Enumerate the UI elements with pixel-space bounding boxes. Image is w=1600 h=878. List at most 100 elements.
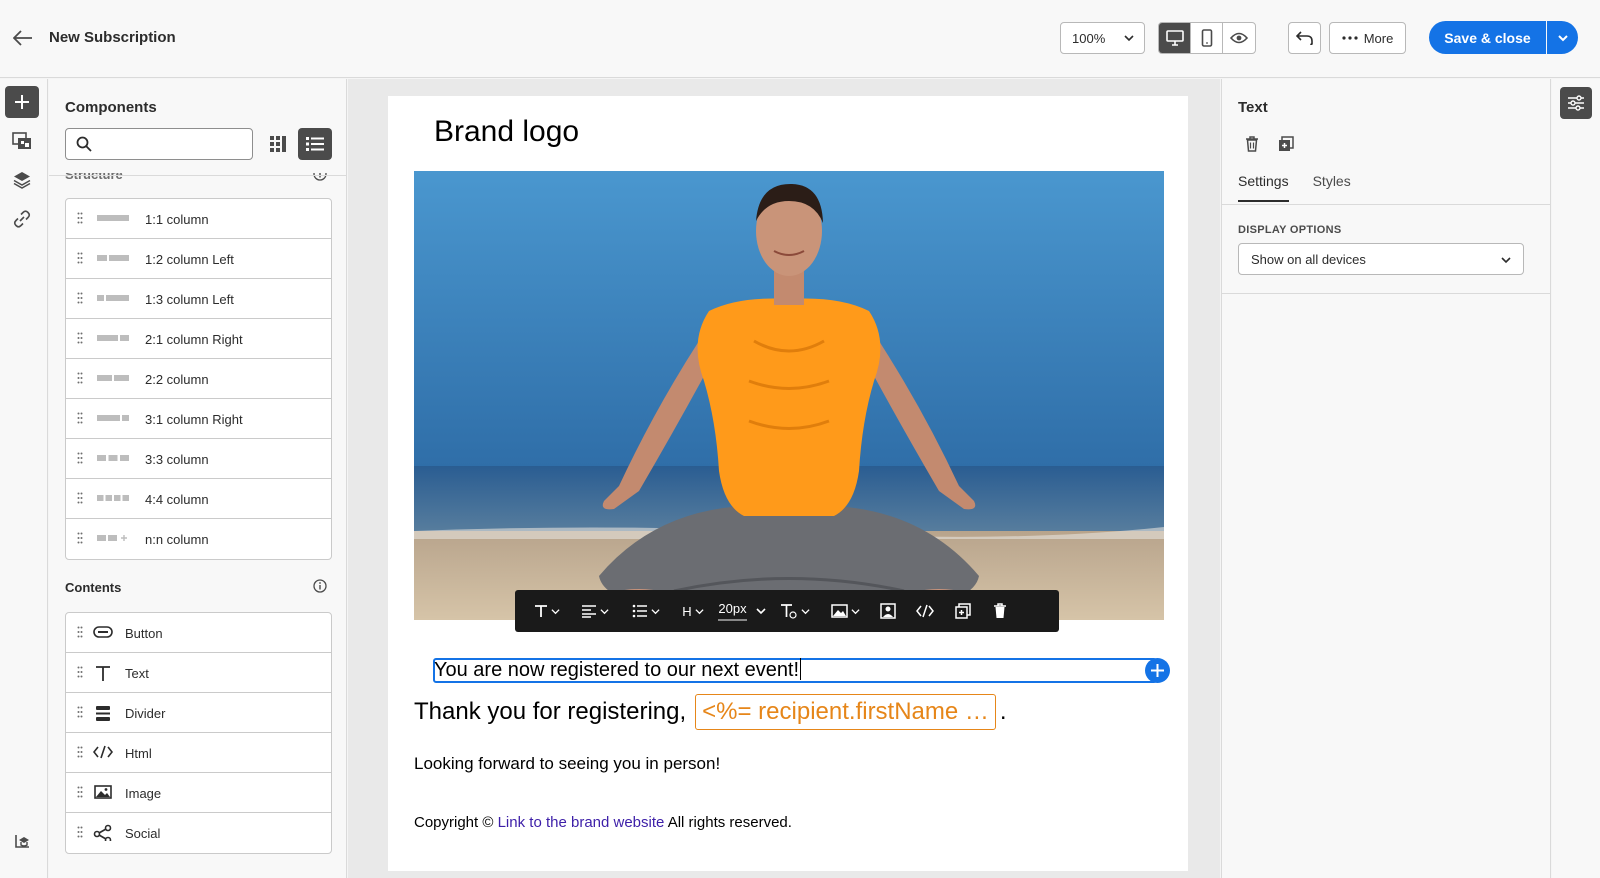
delete-button[interactable] <box>982 590 1018 632</box>
personalization-token[interactable]: <%= recipient.firstName … <box>695 694 996 730</box>
3-3-col-icon <box>97 455 129 461</box>
structure-item-1-2-left[interactable]: 1:2 column Left <box>66 239 331 279</box>
more-button[interactable]: More <box>1329 22 1406 54</box>
properties-toggle-button[interactable] <box>1560 87 1592 119</box>
display-options-value: Show on all devices <box>1251 251 1366 267</box>
more-label: More <box>1363 30 1394 46</box>
list-icon <box>306 137 324 151</box>
chevron-down-icon <box>756 608 766 615</box>
links-button[interactable] <box>5 203 39 235</box>
chevron-down-icon <box>550 608 560 614</box>
list-view-button[interactable] <box>298 128 332 160</box>
structure-item-n-n[interactable]: n:n column <box>66 519 331 559</box>
structure-item-1-3-left[interactable]: 1:3 column Left <box>66 279 331 319</box>
undo-button[interactable] <box>1288 22 1321 54</box>
back-arrow-icon[interactable] <box>10 26 36 50</box>
list-dropdown[interactable] <box>620 590 672 632</box>
save-close-button[interactable]: Save & close <box>1429 21 1546 54</box>
delete-component-button[interactable] <box>1238 130 1266 158</box>
properties-tabs: Settings Styles <box>1238 173 1351 202</box>
content-label: Text <box>125 666 149 681</box>
content-item-image[interactable]: Image <box>66 773 331 813</box>
content-item-social[interactable]: Social <box>66 813 331 853</box>
structure-item-2-2[interactable]: 2:2 column <box>66 359 331 399</box>
content-item-button[interactable]: Button <box>66 613 331 653</box>
thanks-text: Thank you for registering, <box>414 698 687 725</box>
drag-handle-icon <box>77 626 83 638</box>
content-item-text[interactable]: Text <box>66 653 331 693</box>
search-input[interactable] <box>100 136 250 152</box>
contents-list: Button Text Divider Html Image Social <box>65 612 332 854</box>
text-style-dropdown[interactable] <box>523 590 570 632</box>
structure-item-3-3[interactable]: 3:3 column <box>66 439 331 479</box>
zoom-select[interactable]: 100% <box>1060 22 1145 54</box>
personalization-button[interactable] <box>870 590 906 632</box>
hero-image[interactable] <box>414 171 1164 620</box>
tab-styles[interactable]: Styles <box>1313 173 1351 202</box>
copyright-footer[interactable]: Copyright © Link to the brand website Al… <box>414 814 792 831</box>
duplicate-button[interactable] <box>944 590 982 632</box>
content-item-html[interactable]: Html <box>66 733 331 773</box>
source-code-button[interactable] <box>906 590 944 632</box>
structure-item-1-1[interactable]: 1:1 column <box>66 199 331 239</box>
content-label: Divider <box>125 706 166 721</box>
brand-website-link[interactable]: Link to the brand website <box>498 814 665 831</box>
code-icon <box>916 604 934 618</box>
help-button[interactable] <box>5 825 39 857</box>
layers-button[interactable] <box>5 164 39 196</box>
thanks-paragraph[interactable]: Thank you for registering, <%= recipient… <box>414 694 1007 730</box>
link-icon <box>13 210 31 228</box>
components-search[interactable] <box>65 128 253 160</box>
drag-handle-icon <box>77 212 83 224</box>
top-bar: New Subscription 100% More Save & close <box>0 0 1600 78</box>
text-color-dropdown[interactable] <box>770 590 820 632</box>
add-components-button[interactable] <box>5 86 39 118</box>
duplicate-icon <box>1279 136 1294 151</box>
save-options-dropdown[interactable] <box>1547 21 1578 54</box>
structure-item-3-1-right[interactable]: 3:1 column Right <box>66 399 331 439</box>
forward-paragraph[interactable]: Looking forward to seeing you in person! <box>414 754 720 774</box>
selected-text[interactable]: You are now registered to our next event… <box>434 658 802 682</box>
tab-settings[interactable]: Settings <box>1238 173 1289 202</box>
trash-icon <box>1246 136 1258 152</box>
content-label: Button <box>125 626 163 641</box>
drag-handle-icon <box>77 706 83 718</box>
drag-handle-icon <box>77 786 83 798</box>
font-size-value: 20px <box>718 601 747 621</box>
assets-button[interactable] <box>5 125 39 157</box>
preview-button[interactable] <box>1223 23 1255 53</box>
content-label: Image <box>125 786 162 801</box>
structure-item-2-1-right[interactable]: 2:1 column Right <box>66 319 331 359</box>
insert-image-dropdown[interactable] <box>820 590 870 632</box>
structure-label: n:n column <box>145 532 209 547</box>
font-size-dropdown[interactable]: 20px <box>714 590 770 632</box>
structure-item-4-4[interactable]: 4:4 column <box>66 479 331 519</box>
ellipsis-icon <box>1342 36 1358 40</box>
brand-logo-text[interactable]: Brand logo <box>434 115 579 149</box>
info-icon <box>313 579 327 593</box>
structure-label: 1:1 column <box>145 212 209 227</box>
zoom-value: 100% <box>1072 30 1106 46</box>
n-n-col-icon <box>97 535 127 541</box>
display-options-select[interactable]: Show on all devices <box>1238 243 1524 275</box>
mobile-view-button[interactable] <box>1191 23 1223 53</box>
properties-panel: Text Settings Styles DISPLAY OPTIONS Sho… <box>1221 79 1551 878</box>
chevron-down-icon <box>850 608 860 614</box>
content-item-divider[interactable]: Divider <box>66 693 331 733</box>
duplicate-component-button[interactable] <box>1272 130 1300 158</box>
align-dropdown[interactable] <box>570 590 620 632</box>
panel-divider <box>49 175 346 176</box>
3-1-col-icon <box>97 415 129 421</box>
grid-view-button[interactable] <box>262 128 294 160</box>
chevron-down-icon <box>600 608 609 614</box>
structure-label: 2:1 column Right <box>145 332 243 347</box>
copyright-suffix: All rights reserved. <box>667 814 792 831</box>
drag-handle-icon <box>77 746 83 758</box>
structure-label: 3:3 column <box>145 452 209 467</box>
left-rail <box>0 79 48 878</box>
structure-label: 1:2 column Left <box>145 252 234 267</box>
add-block-button[interactable] <box>1145 658 1170 683</box>
heading-dropdown[interactable]: H <box>672 590 714 632</box>
contents-heading: Contents <box>65 580 122 595</box>
desktop-view-button[interactable] <box>1159 23 1191 53</box>
